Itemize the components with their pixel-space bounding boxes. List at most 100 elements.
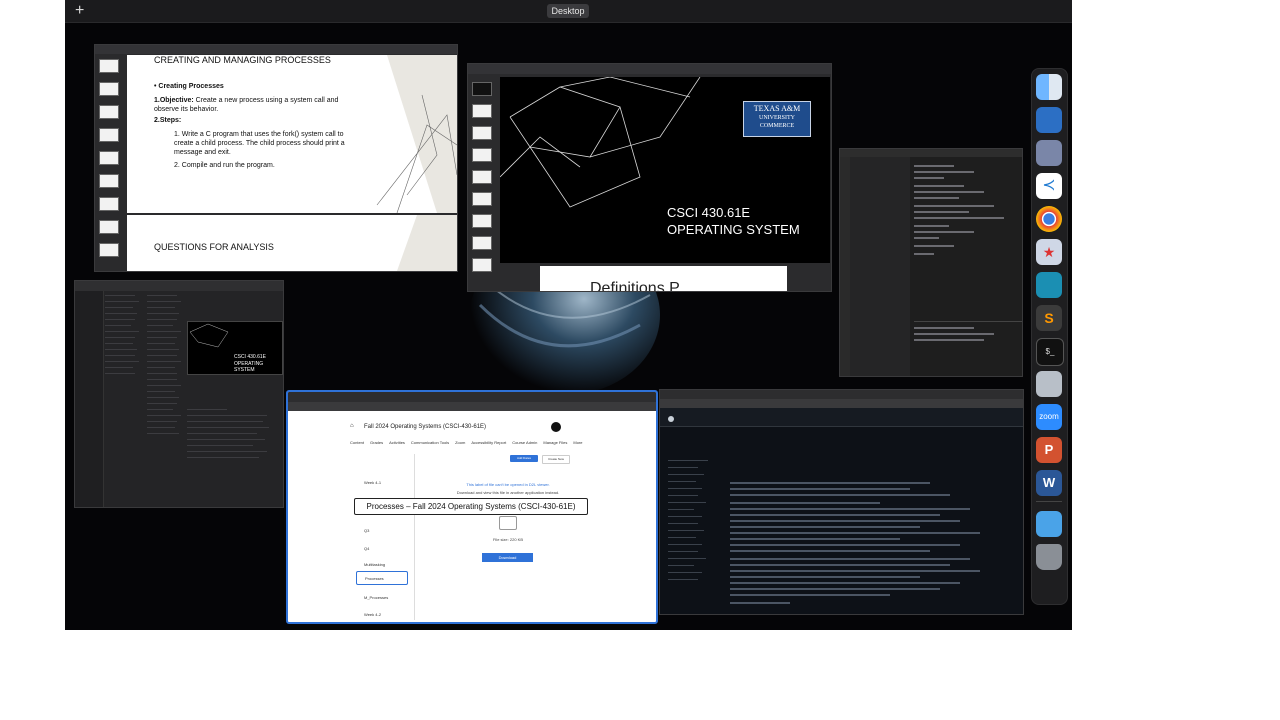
nav-activities[interactable]: Activities bbox=[389, 440, 405, 445]
disk-icon[interactable] bbox=[1036, 371, 1062, 397]
file-column-1[interactable] bbox=[105, 293, 145, 393]
slide-thumbnail[interactable] bbox=[99, 197, 119, 211]
terminal-icon[interactable]: $_ bbox=[1036, 338, 1064, 366]
sidebar-item-processes[interactable]: Processes bbox=[356, 571, 408, 585]
logo-line-1: TEXAS A&M bbox=[753, 104, 801, 113]
avatar[interactable] bbox=[551, 422, 561, 432]
browser-address-bar[interactable] bbox=[288, 402, 656, 411]
preview-icon[interactable] bbox=[1036, 107, 1062, 133]
finder-icon[interactable] bbox=[1036, 74, 1062, 100]
powerpoint-window[interactable]: CREATING AND MANAGING PROCESSES • Creati… bbox=[94, 44, 458, 272]
current-slide[interactable]: TEXAS A&M UNIVERSITY COMMERCE CSCI 430.6… bbox=[500, 77, 830, 263]
add-dates-button[interactable]: Add Dates bbox=[510, 455, 538, 462]
next-slide[interactable]: QUESTIONS FOR ANALYSIS bbox=[127, 215, 457, 271]
next-slide-preview[interactable]: Definitions P bbox=[540, 266, 787, 291]
slide-thumbnail[interactable] bbox=[99, 220, 119, 234]
nav-course-admin[interactable]: Course Admin bbox=[512, 440, 537, 445]
terminal-panel[interactable] bbox=[914, 325, 1014, 355]
word-icon[interactable]: W bbox=[1036, 470, 1062, 496]
home-icon[interactable]: ⌂ bbox=[350, 423, 354, 429]
browser-tabbar[interactable] bbox=[288, 392, 656, 402]
activity-bar[interactable] bbox=[840, 157, 850, 376]
step-two: 2. Compile and run the program. bbox=[174, 162, 275, 169]
slide-thumbnail[interactable] bbox=[472, 192, 492, 206]
repo-header[interactable] bbox=[660, 408, 1023, 427]
dock[interactable]: ≺ ★ S $_ zoom P W bbox=[1031, 68, 1068, 605]
slide-thumbnail[interactable] bbox=[472, 236, 492, 250]
slide-decoration bbox=[397, 215, 457, 271]
window-titlebar bbox=[95, 45, 457, 54]
zoom-icon[interactable]: zoom bbox=[1036, 404, 1062, 430]
nav-more[interactable]: More bbox=[573, 440, 582, 445]
browser-tabbar[interactable] bbox=[660, 390, 1023, 399]
course-number: CSCI 430.61E bbox=[667, 205, 751, 220]
mouse-cursor-icon: ▲ bbox=[418, 432, 426, 441]
slide-thumbnail[interactable] bbox=[472, 82, 492, 96]
code-editor[interactable] bbox=[914, 161, 1014, 321]
objective-text: 1.Objective: Create a new process using … bbox=[154, 96, 354, 114]
nav-grades[interactable]: Grades bbox=[370, 440, 383, 445]
nav-zoom[interactable]: Zoom bbox=[455, 440, 465, 445]
app-icon[interactable] bbox=[1036, 272, 1062, 298]
github-window[interactable] bbox=[659, 389, 1024, 615]
sublime-icon[interactable]: S bbox=[1036, 305, 1062, 331]
add-desktop-button[interactable]: + bbox=[75, 2, 84, 20]
file-info-panel bbox=[187, 409, 281, 469]
left-margin bbox=[0, 0, 65, 720]
finder-window[interactable]: CSCI 430.61E OPERATING SYSTEM bbox=[74, 280, 284, 508]
file-column-2[interactable] bbox=[147, 293, 187, 453]
slide-thumbnail[interactable] bbox=[99, 82, 119, 96]
course-nav-menu[interactable]: Content Grades Activities Communication … bbox=[350, 440, 583, 445]
slide-thumbnail[interactable] bbox=[472, 126, 492, 140]
sidebar-item-q4[interactable]: Q4 bbox=[364, 546, 369, 551]
university-logo: TEXAS A&M UNIVERSITY COMMERCE bbox=[743, 101, 811, 137]
slide-thumbnail[interactable] bbox=[99, 174, 119, 188]
slide-thumbnail[interactable] bbox=[472, 258, 492, 272]
folder-icon[interactable] bbox=[1036, 511, 1062, 537]
nav-manage-files[interactable]: Manage Files bbox=[543, 440, 567, 445]
slide-thumbnail[interactable] bbox=[99, 243, 119, 257]
next-slide-title: Definitions P bbox=[590, 280, 680, 291]
sidebar-item-multitasking[interactable]: Multitasking bbox=[364, 562, 385, 567]
vscode-icon[interactable]: ≺ bbox=[1036, 173, 1062, 199]
sidebar-item-week-4-2[interactable]: Week 4-2 bbox=[364, 612, 381, 617]
explorer-panel[interactable] bbox=[850, 157, 910, 376]
chrome-icon[interactable] bbox=[1036, 206, 1062, 232]
current-slide[interactable]: CREATING AND MANAGING PROCESSES • Creati… bbox=[127, 55, 457, 213]
create-new-button[interactable]: Create New bbox=[542, 455, 570, 464]
nav-communication[interactable]: Communication Tools bbox=[411, 440, 449, 445]
slide-thumbnail[interactable] bbox=[99, 128, 119, 142]
slide-thumbnail[interactable] bbox=[99, 105, 119, 119]
slide-thumbnail[interactable] bbox=[99, 59, 119, 73]
content-sidebar[interactable]: Week 4-1 Q3 Q4 Multitasking Processes M_… bbox=[354, 454, 415, 620]
sidebar-item-m-processes[interactable]: M_Processes bbox=[364, 595, 388, 600]
file-preview: CSCI 430.61E OPERATING SYSTEM bbox=[187, 321, 283, 375]
browser-address-bar[interactable] bbox=[660, 399, 1023, 408]
finder-sidebar[interactable] bbox=[75, 291, 104, 507]
sidebar-item-week-4-1[interactable]: Week 4-1 bbox=[364, 480, 381, 485]
window-titlebar bbox=[75, 281, 283, 291]
slide-thumbnail[interactable] bbox=[472, 148, 492, 162]
slide-thumbnail[interactable] bbox=[472, 104, 492, 118]
slide-thumbnail[interactable] bbox=[99, 151, 119, 165]
keynote-window[interactable]: TEXAS A&M UNIVERSITY COMMERCE CSCI 430.6… bbox=[467, 63, 832, 292]
slide-thumbnail[interactable] bbox=[472, 214, 492, 228]
objective-label: 1.Objective: bbox=[154, 97, 194, 104]
download-button[interactable]: Download bbox=[482, 553, 533, 562]
course-title[interactable]: Fall 2024 Operating Systems (CSCI-430-61… bbox=[364, 424, 486, 430]
drive-icon[interactable] bbox=[1036, 140, 1062, 166]
slide-thumbnail[interactable] bbox=[472, 170, 492, 184]
wallpaper-swirl bbox=[470, 285, 660, 395]
nav-accessibility[interactable]: Accessibility Report bbox=[471, 440, 506, 445]
vscode-window[interactable] bbox=[839, 148, 1023, 377]
sidebar-item-q3[interactable]: Q3 bbox=[364, 528, 369, 533]
nav-content[interactable]: Content bbox=[350, 440, 364, 445]
code-viewer[interactable] bbox=[730, 482, 1000, 612]
file-tree[interactable] bbox=[668, 460, 724, 610]
powerpoint-icon[interactable]: P bbox=[1036, 437, 1062, 463]
github-icon[interactable] bbox=[668, 416, 674, 422]
desktop-label[interactable]: Desktop bbox=[547, 4, 589, 18]
trash-icon[interactable] bbox=[1036, 544, 1062, 570]
launchpad-icon[interactable]: ★ bbox=[1036, 239, 1062, 265]
preview-course: CSCI 430.61E bbox=[234, 354, 266, 360]
